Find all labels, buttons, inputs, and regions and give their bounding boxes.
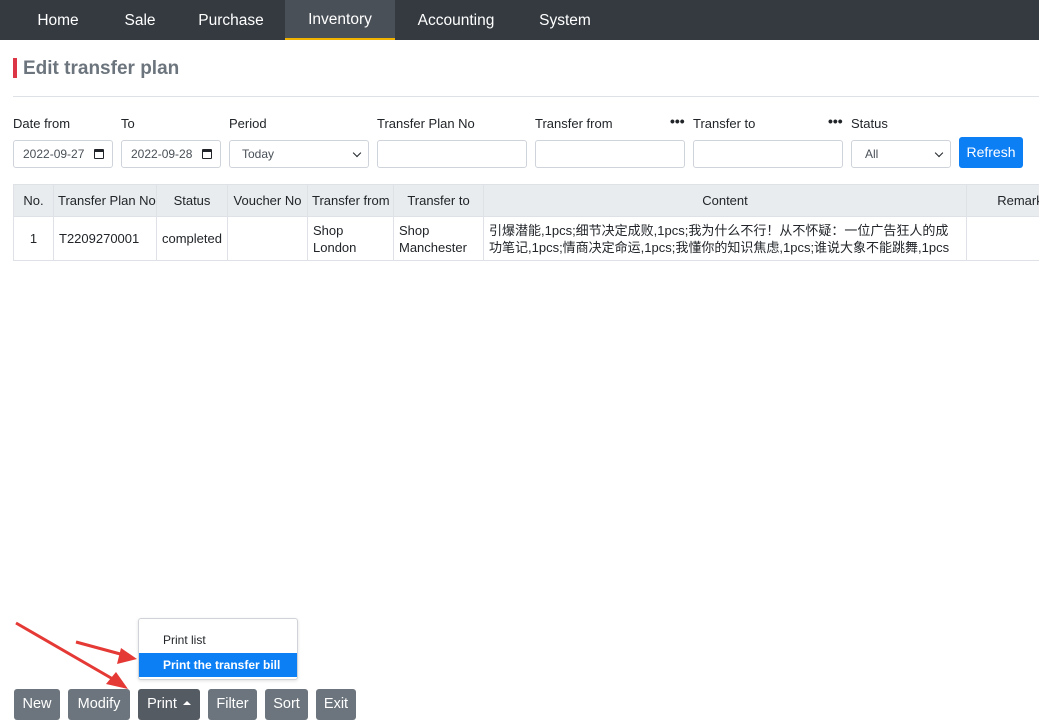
filter-button[interactable]: Filter bbox=[208, 689, 257, 720]
transfer-to-input[interactable] bbox=[693, 140, 843, 168]
table-row[interactable]: 1 T2209270001 completed Shop London Shop… bbox=[13, 216, 1039, 261]
cell-no: 1 bbox=[13, 216, 54, 261]
nav-purchase[interactable]: Purchase bbox=[186, 0, 276, 40]
cell-plan-no: T2209270001 bbox=[53, 216, 157, 261]
print-dropdown-menu: Print list Print the transfer bill bbox=[138, 618, 298, 680]
date-from-value: 2022-09-27 bbox=[23, 147, 85, 161]
status-select[interactable]: All bbox=[851, 140, 951, 168]
to-label: To bbox=[121, 116, 135, 131]
status-value: All bbox=[865, 147, 879, 161]
calendar-icon[interactable] bbox=[94, 149, 104, 159]
page-title: Edit transfer plan bbox=[23, 58, 180, 79]
transfer-plan-table: No. Transfer Plan No Status Voucher No T… bbox=[13, 184, 1039, 261]
cell-status: completed bbox=[156, 216, 228, 261]
transfer-from-input[interactable] bbox=[535, 140, 685, 168]
col-header-status[interactable]: Status bbox=[156, 184, 228, 217]
annotation-arrow-icon bbox=[75, 640, 137, 664]
date-from-input[interactable]: 2022-09-27 bbox=[13, 140, 113, 168]
chevron-down-icon bbox=[352, 148, 362, 158]
modify-button[interactable]: Modify bbox=[68, 689, 130, 720]
col-header-transfer-to[interactable]: Transfer to bbox=[393, 184, 484, 217]
cell-transfer-from: Shop London bbox=[307, 216, 394, 261]
period-value: Today bbox=[242, 147, 275, 161]
nav-inventory[interactable]: Inventory bbox=[285, 0, 395, 40]
col-header-remark[interactable]: Remark bbox=[966, 184, 1039, 217]
col-header-transfer-from[interactable]: Transfer from bbox=[307, 184, 394, 217]
chevron-down-icon bbox=[934, 148, 944, 158]
title-accent-bar bbox=[13, 58, 17, 78]
transfer-from-more-icon[interactable]: ••• bbox=[670, 113, 685, 129]
refresh-button[interactable]: Refresh bbox=[959, 137, 1023, 168]
transfer-from-label: Transfer from bbox=[535, 116, 613, 131]
annotation-arrow-icon bbox=[15, 621, 128, 689]
print-list-item[interactable]: Print list bbox=[139, 628, 297, 652]
cell-content: 引爆潜能,1pcs;细节决定成败,1pcs;我为什么不行！从不怀疑：一位广告狂人… bbox=[483, 216, 967, 261]
plan-no-label: Transfer Plan No bbox=[377, 116, 475, 131]
top-navbar: Home Sale Purchase Inventory Accounting … bbox=[0, 0, 1039, 40]
calendar-icon[interactable] bbox=[202, 149, 212, 159]
exit-button[interactable]: Exit bbox=[316, 689, 356, 720]
status-label: Status bbox=[851, 116, 888, 131]
table-header-row: No. Transfer Plan No Status Voucher No T… bbox=[13, 184, 1039, 217]
nav-system[interactable]: System bbox=[525, 0, 605, 40]
date-to-value: 2022-09-28 bbox=[131, 147, 193, 161]
title-divider bbox=[13, 96, 1039, 97]
date-from-label: Date from bbox=[13, 116, 71, 131]
sort-button[interactable]: Sort bbox=[265, 689, 308, 720]
plan-no-input[interactable] bbox=[377, 140, 527, 168]
col-header-content[interactable]: Content bbox=[483, 184, 967, 217]
print-transfer-bill-item[interactable]: Print the transfer bill bbox=[139, 653, 297, 677]
date-to-input[interactable]: 2022-09-28 bbox=[121, 140, 221, 168]
new-button[interactable]: New bbox=[14, 689, 60, 720]
print-button[interactable]: Print bbox=[138, 689, 200, 720]
print-button-label: Print bbox=[147, 696, 177, 712]
cell-voucher-no bbox=[227, 216, 308, 261]
caret-up-icon bbox=[182, 700, 191, 705]
nav-sale[interactable]: Sale bbox=[110, 0, 170, 40]
col-header-plan-no[interactable]: Transfer Plan No bbox=[53, 184, 157, 217]
cell-transfer-to: Shop Manchester bbox=[393, 216, 484, 261]
period-label: Period bbox=[229, 116, 267, 131]
transfer-to-more-icon[interactable]: ••• bbox=[828, 113, 843, 129]
nav-home[interactable]: Home bbox=[21, 0, 95, 40]
period-select[interactable]: Today bbox=[229, 140, 369, 168]
col-header-voucher-no[interactable]: Voucher No bbox=[227, 184, 308, 217]
cell-remark bbox=[966, 216, 1039, 261]
nav-accounting[interactable]: Accounting bbox=[405, 0, 507, 40]
transfer-to-label: Transfer to bbox=[693, 116, 756, 131]
col-header-no[interactable]: No. bbox=[13, 184, 54, 217]
